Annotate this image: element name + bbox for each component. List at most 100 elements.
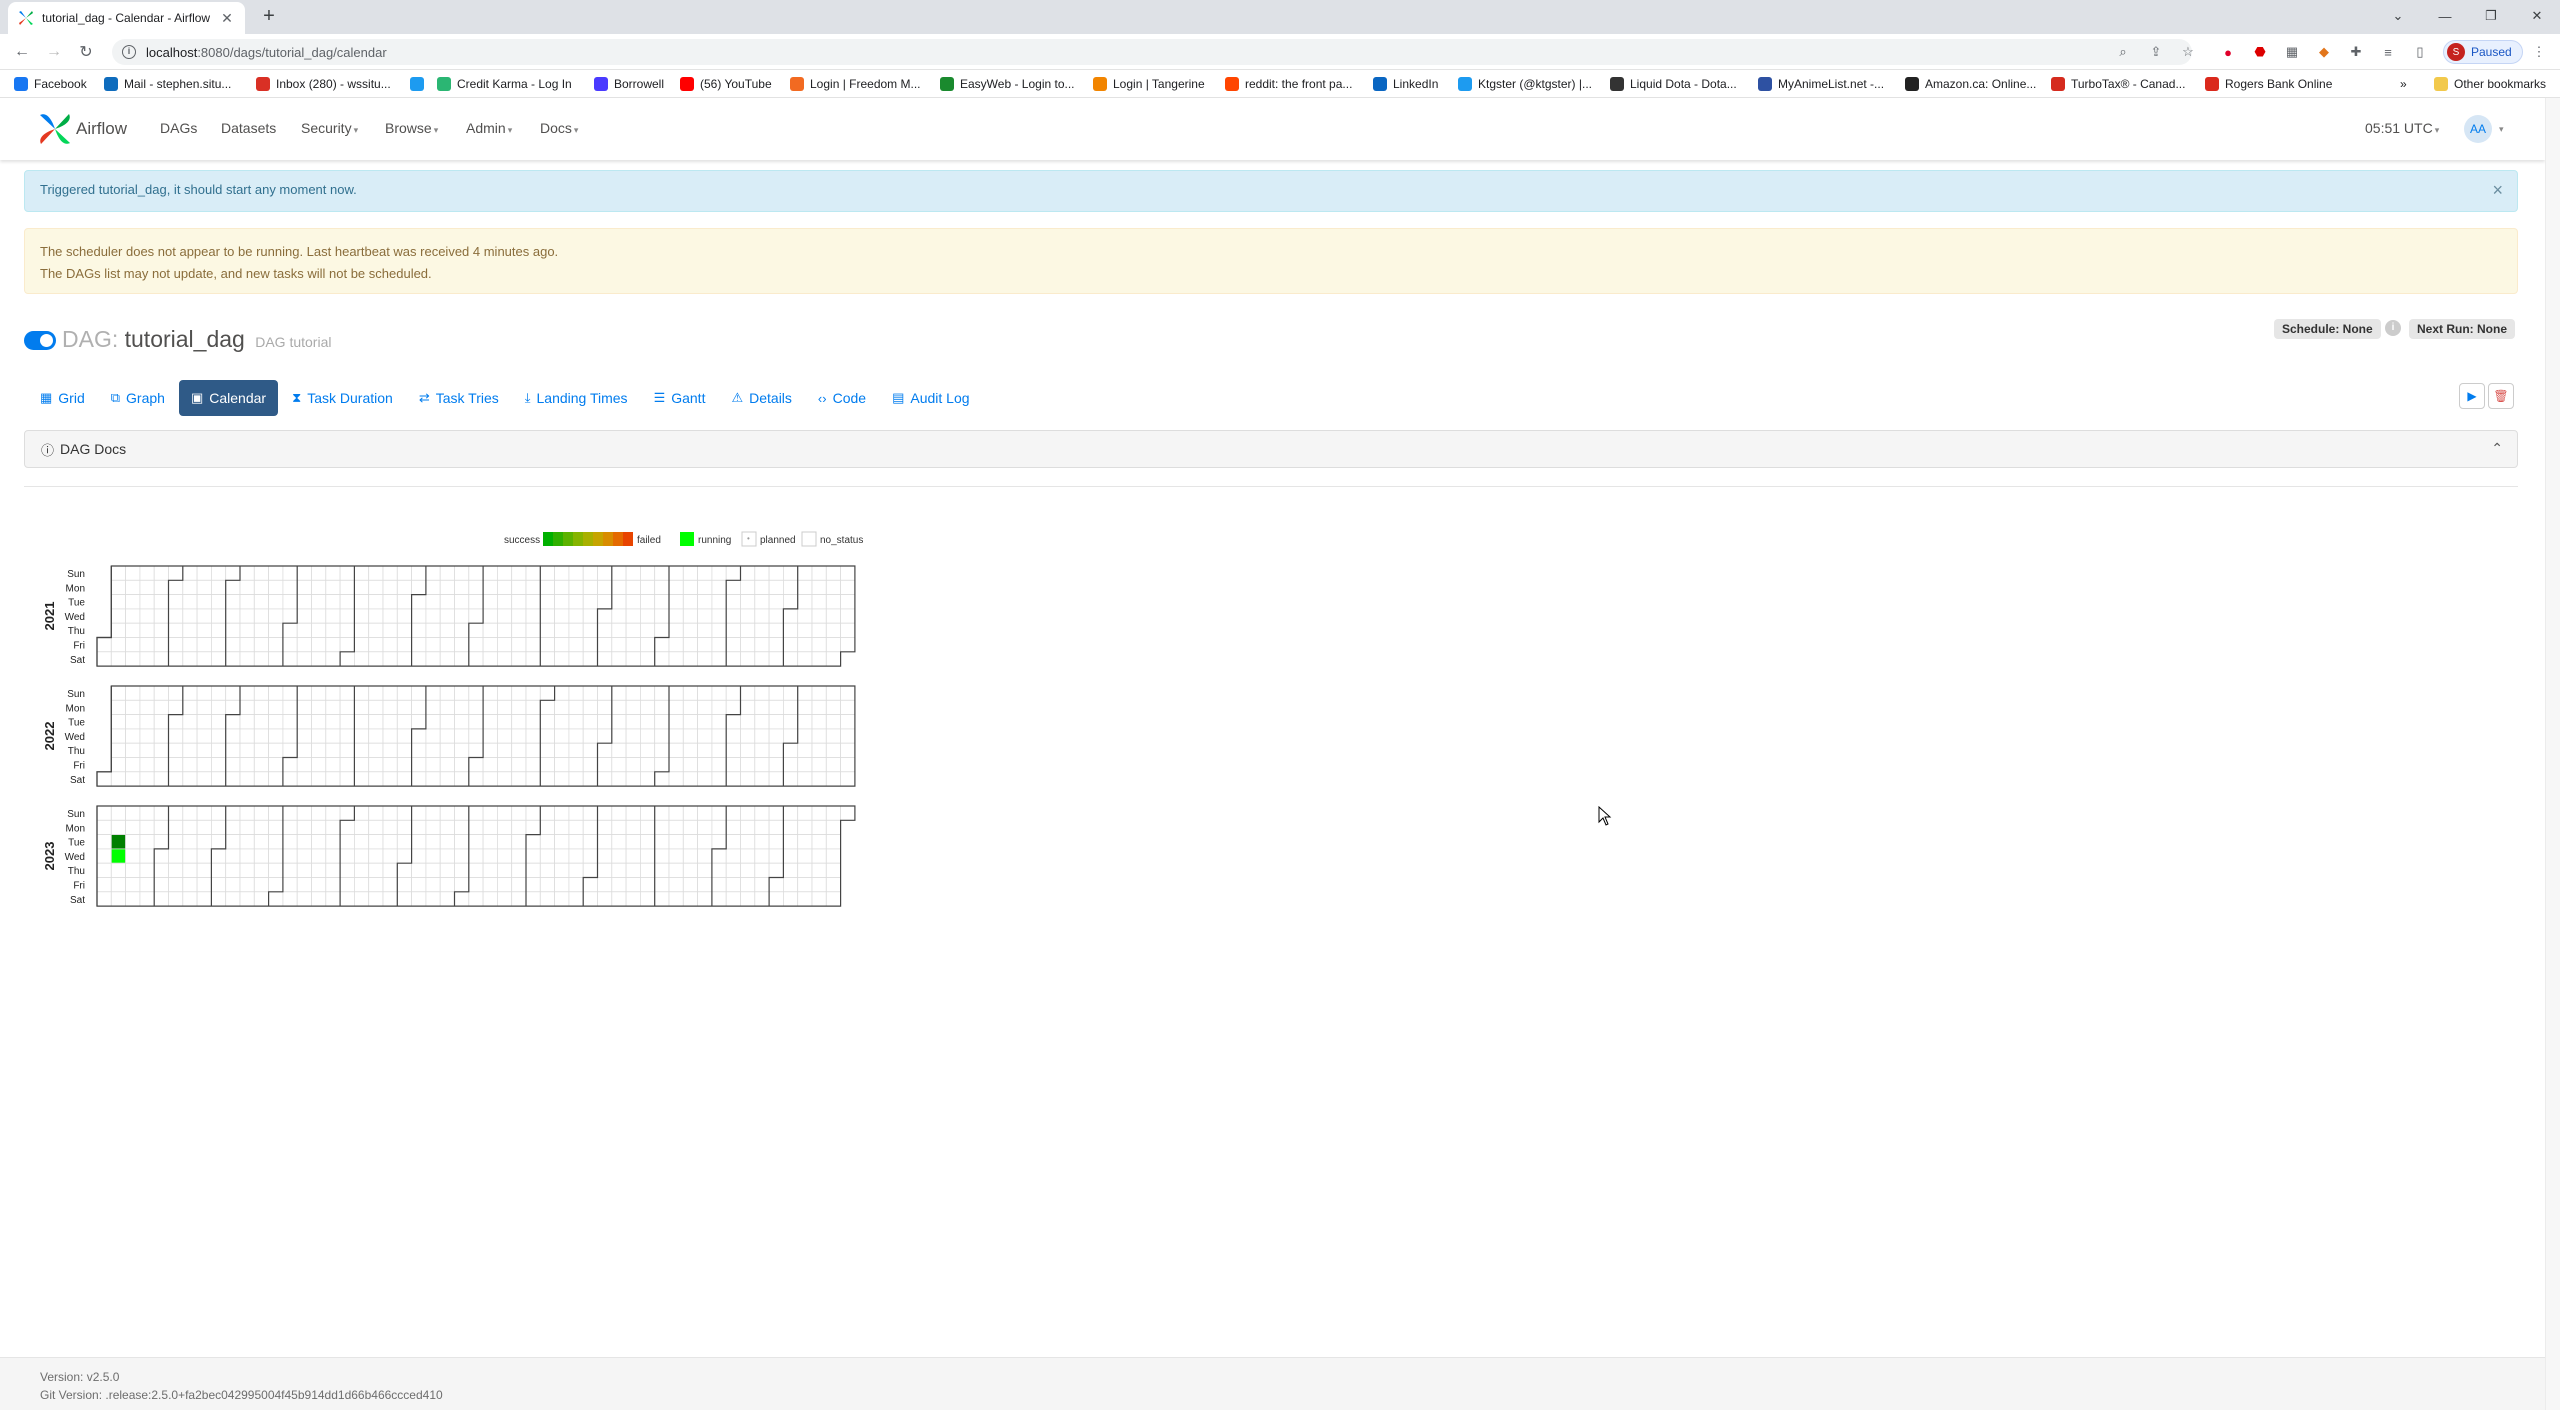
- weekday-label: Sat: [70, 895, 85, 906]
- day-cell: [754, 834, 770, 850]
- bookmark-label: MyAnimeList.net -...: [1778, 77, 1885, 91]
- legend-scale-swatch: [543, 532, 553, 546]
- tab-landing-times[interactable]: ⤓ Landing Times: [513, 380, 640, 416]
- creditkarma-icon: [437, 77, 451, 91]
- day-cell: [725, 891, 741, 907]
- day-cell: [353, 757, 370, 773]
- tab-details[interactable]: ⚠ Details: [719, 380, 803, 416]
- page-scrollbar[interactable]: [2545, 98, 2560, 1410]
- day-cell: [368, 608, 384, 624]
- bookmark-item[interactable]: Login | Freedom M...: [790, 75, 921, 93]
- chevron-up-icon[interactable]: ⌃: [2491, 440, 2503, 457]
- day-cell: [96, 805, 112, 821]
- menu-admin[interactable]: Admin ▾: [466, 120, 512, 136]
- bookmark-item[interactable]: Rogers Bank Online: [2205, 75, 2332, 93]
- bookmark-item[interactable]: EasyWeb - Login to...: [940, 75, 1075, 93]
- day-cell: [168, 637, 184, 653]
- bookmark-item[interactable]: Mail - stephen.situ...: [104, 75, 231, 93]
- bookmark-item[interactable]: (56) YouTube: [680, 75, 772, 93]
- bookmark-item[interactable]: [410, 75, 430, 93]
- menu-security[interactable]: Security ▾: [301, 120, 358, 136]
- day-cell: [625, 757, 641, 773]
- chevron-down-icon[interactable]: ▾: [2499, 124, 2504, 135]
- bookmark-item[interactable]: Liquid Dota - Dota...: [1610, 75, 1737, 93]
- browser-tab[interactable]: tutorial_dag - Calendar - Airflow ✕: [8, 2, 245, 34]
- schedule-info-icon[interactable]: i: [2385, 320, 2401, 336]
- bookmark-item[interactable]: Inbox (280) - wssitu...: [256, 75, 391, 93]
- forward-icon[interactable]: →: [42, 40, 66, 64]
- close-tab-icon[interactable]: ✕: [219, 10, 235, 27]
- tab-gantt[interactable]: ☰ Gantt: [642, 380, 718, 416]
- menu-docs[interactable]: Docs ▾: [540, 120, 578, 136]
- bookmark-item[interactable]: Login | Tangerine: [1093, 75, 1205, 93]
- day-cell: [568, 834, 584, 850]
- day-cell: [625, 622, 641, 638]
- day-cell: [339, 805, 355, 821]
- tab-calendar[interactable]: ▣ Calendar: [178, 380, 279, 416]
- menu-datasets[interactable]: Datasets: [221, 120, 276, 136]
- address-bar[interactable]: i localhost:8080/dags/tutorial_dag/calen…: [112, 39, 2192, 65]
- tab-code[interactable]: ‹› Code: [806, 380, 878, 416]
- menu-dags[interactable]: DAGs: [160, 120, 197, 136]
- day-cell: [325, 877, 341, 893]
- restore-icon[interactable]: ❐: [2468, 0, 2514, 32]
- close-alert-icon[interactable]: ×: [2492, 180, 2503, 201]
- opera-extension-icon[interactable]: ●: [2219, 43, 2237, 61]
- site-info-icon[interactable]: i: [122, 45, 136, 59]
- browser-menu-icon[interactable]: ⋮: [2530, 43, 2548, 61]
- day-cell: [454, 862, 470, 878]
- bookmark-item[interactable]: Facebook: [14, 75, 87, 93]
- tab-graph[interactable]: ⧉ Graph: [99, 380, 177, 416]
- bookmark-item[interactable]: MyAnimeList.net -...: [1758, 75, 1884, 93]
- day-cell: [454, 834, 470, 850]
- extension-icon[interactable]: ▦: [2283, 43, 2301, 61]
- bookmark-item[interactable]: Borrowell: [594, 75, 664, 93]
- tab-task-duration[interactable]: ⧗ Task Duration: [280, 380, 405, 416]
- reading-list-icon[interactable]: ≡: [2379, 43, 2397, 61]
- day-cell: [368, 699, 384, 716]
- bookmark-item[interactable]: Credit Karma - Log In: [437, 75, 572, 93]
- bookmark-item[interactable]: Ktgster (@ktgster) |...: [1458, 75, 1592, 93]
- clock-dropdown[interactable]: 05:51 UTC ▾: [2365, 120, 2439, 136]
- more-bookmarks-icon[interactable]: »: [2400, 75, 2407, 93]
- reload-icon[interactable]: ↻: [74, 40, 98, 64]
- airflow-logo[interactable]: Airflow: [38, 112, 127, 146]
- delete-dag-button[interactable]: 🗑: [2488, 383, 2514, 409]
- gantt-icon: ☰: [653, 390, 666, 405]
- dag-pause-toggle[interactable]: [24, 331, 56, 350]
- bookmark-item[interactable]: TurboTax® - Canad...: [2051, 75, 2185, 93]
- day-cell: [840, 565, 856, 581]
- tab-search-icon[interactable]: ⌄: [2375, 0, 2421, 32]
- tab-grid[interactable]: ▦ Grid: [28, 380, 97, 416]
- day-cell: [253, 608, 270, 624]
- trigger-dag-button[interactable]: ▶: [2459, 383, 2485, 409]
- day-cell: [654, 622, 670, 638]
- minimize-icon[interactable]: —: [2422, 0, 2468, 32]
- zoom-icon[interactable]: ⌕: [2114, 43, 2132, 61]
- day-cell: [582, 848, 598, 864]
- bookmark-item[interactable]: reddit: the front pa...: [1225, 75, 1352, 93]
- menu-browse[interactable]: Browse ▾: [385, 120, 438, 136]
- share-icon[interactable]: ⇪: [2147, 43, 2165, 61]
- bookmark-item[interactable]: LinkedIn: [1373, 75, 1438, 93]
- dag-docs-panel[interactable]: ⓘ DAG Docs ⌃: [24, 430, 2518, 468]
- user-avatar[interactable]: AA: [2464, 115, 2492, 143]
- day-cell: [268, 728, 284, 744]
- other-bookmarks[interactable]: Other bookmarks: [2434, 75, 2546, 93]
- extensions-puzzle-icon[interactable]: ✚: [2347, 43, 2365, 61]
- window-close-icon[interactable]: ✕: [2514, 0, 2560, 32]
- side-panel-icon[interactable]: ▯: [2411, 43, 2429, 61]
- bookmark-star-icon[interactable]: ☆: [2179, 43, 2197, 61]
- tab-audit-log[interactable]: ▤ Audit Log: [880, 380, 981, 416]
- adblock-extension-icon[interactable]: ⬣: [2251, 43, 2269, 61]
- tab-task-tries[interactable]: ⇄ Task Tries: [407, 380, 511, 416]
- bookmark-item[interactable]: Amazon.ca: Online...: [1905, 75, 2036, 93]
- new-tab-icon[interactable]: +: [258, 6, 280, 28]
- day-cell: [196, 728, 212, 744]
- profile-button[interactable]: S Paused: [2443, 40, 2523, 64]
- day-cell: [439, 622, 455, 638]
- metamask-extension-icon[interactable]: ◆: [2315, 43, 2333, 61]
- day-cell: [797, 771, 813, 787]
- back-icon[interactable]: ←: [10, 40, 34, 64]
- day-cell: [425, 685, 441, 701]
